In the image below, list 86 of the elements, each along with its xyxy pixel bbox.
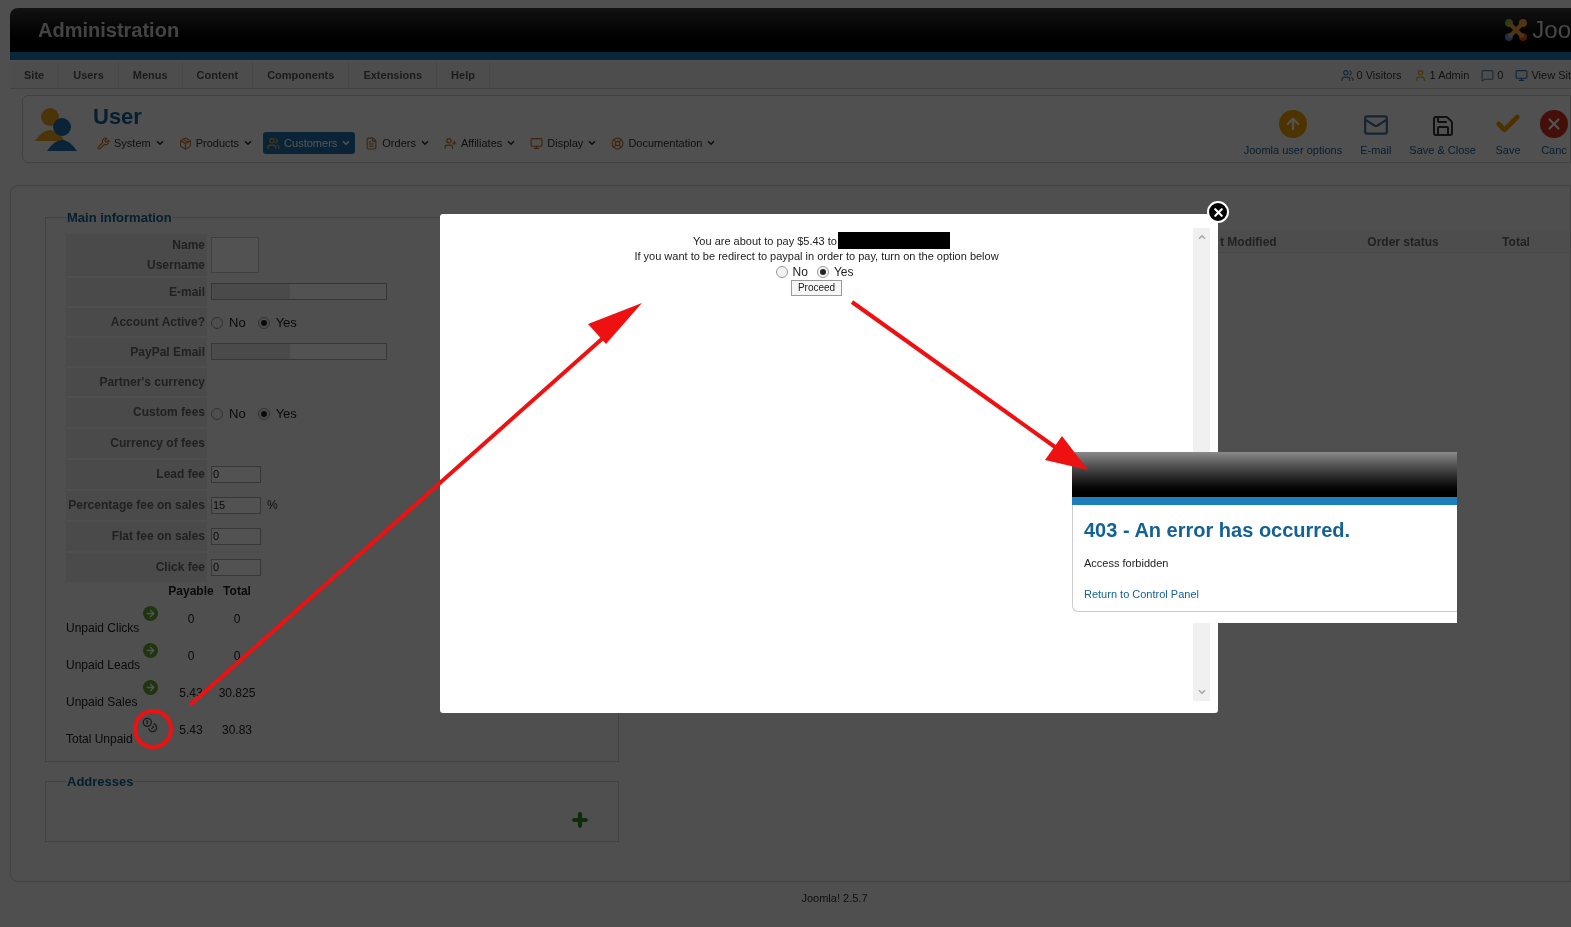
section-title: Addresses bbox=[66, 773, 135, 791]
logo-text: Joo bbox=[1532, 18, 1571, 42]
radio-label: Yes bbox=[275, 314, 297, 333]
lifebuoy-icon bbox=[611, 136, 625, 150]
input-field[interactable] bbox=[211, 343, 387, 360]
caret-icon bbox=[587, 138, 598, 148]
wrench-icon bbox=[97, 136, 110, 150]
scroll-up-icon[interactable] bbox=[1196, 232, 1207, 242]
input-field[interactable]: 0 bbox=[211, 527, 261, 545]
user-plus-icon bbox=[443, 136, 457, 150]
row-label: Total Unpaid bbox=[66, 730, 133, 748]
submenu-item[interactable]: Orders bbox=[361, 132, 434, 154]
submenu-item[interactable]: Affiliates bbox=[439, 132, 521, 154]
input-field[interactable] bbox=[211, 283, 387, 300]
caret-icon bbox=[243, 138, 254, 148]
row-label: Unpaid Sales bbox=[66, 693, 138, 711]
input-field[interactable]: 15 bbox=[211, 496, 261, 514]
table-cell-text: 30.83 bbox=[221, 721, 253, 739]
radio-label: No bbox=[229, 404, 246, 423]
proceed-button[interactable]: Proceed bbox=[790, 280, 843, 296]
table-cell-text: 30.825 bbox=[217, 684, 257, 702]
table-cell-text: 0 bbox=[186, 610, 196, 628]
toolbar-button[interactable]: Canc bbox=[1540, 109, 1568, 159]
caret-icon bbox=[419, 138, 430, 148]
table-cell-text: 0 bbox=[186, 647, 196, 665]
monitor-icon bbox=[1515, 68, 1529, 82]
submenu-item[interactable]: Products bbox=[174, 132, 258, 154]
control-panel-link[interactable]: Return to Control Panel bbox=[1084, 585, 1446, 602]
header-title: Administration bbox=[38, 18, 180, 43]
status-item[interactable]: View Sit bbox=[1531, 66, 1571, 84]
status-item[interactable]: 1 Admin bbox=[1429, 66, 1470, 84]
radio-button[interactable] bbox=[257, 317, 270, 329]
table-cell-text: 0 bbox=[232, 647, 242, 665]
status-item[interactable]: 0 Visitors bbox=[1356, 66, 1402, 84]
submenu-item[interactable]: System bbox=[93, 132, 169, 154]
radio-button[interactable] bbox=[257, 407, 270, 420]
radio-button[interactable] bbox=[211, 317, 223, 329]
redirect-message: If you want to be redirect to paypal in order to pay, turn on the option below bbox=[634, 249, 999, 263]
submenu-item[interactable]: Display bbox=[526, 132, 602, 154]
radio-button[interactable] bbox=[775, 266, 788, 278]
message-icon bbox=[1481, 68, 1495, 82]
table-cell-text: 5.43 bbox=[178, 721, 204, 739]
logo-icon bbox=[1503, 17, 1530, 43]
document-icon bbox=[365, 136, 379, 150]
scroll-down-icon[interactable] bbox=[1196, 687, 1207, 697]
caret-icon bbox=[706, 138, 717, 148]
close-icon bbox=[1211, 205, 1225, 219]
highlight-circle bbox=[133, 709, 173, 749]
input-field[interactable]: 0 bbox=[211, 558, 261, 576]
toolbar-button[interactable]: E-mail bbox=[1360, 111, 1392, 159]
row-label: Unpaid Clicks bbox=[66, 619, 140, 637]
caret-icon bbox=[154, 138, 165, 148]
unit-label: % bbox=[267, 497, 278, 514]
error-message: Access forbidden bbox=[1084, 556, 1170, 571]
error-title: 403 - An error has occurred. bbox=[1084, 518, 1352, 543]
monitor-icon bbox=[530, 136, 544, 150]
radio-button[interactable] bbox=[816, 266, 829, 278]
radio-button[interactable] bbox=[211, 407, 223, 420]
payment-message: You are about to pay $5.43 to bbox=[693, 233, 837, 248]
close-icon bbox=[1540, 109, 1568, 138]
users-icon bbox=[1340, 68, 1354, 82]
upload-icon bbox=[1278, 109, 1307, 138]
submenu-item[interactable]: Documentation bbox=[607, 132, 721, 154]
radio-label: No bbox=[792, 265, 808, 279]
add-icon[interactable] bbox=[570, 810, 590, 831]
page-title: User bbox=[93, 104, 143, 130]
toolbar-button[interactable]: Save & Close bbox=[1409, 113, 1476, 159]
input-field[interactable]: 0 bbox=[211, 465, 261, 483]
radio-label: Yes bbox=[833, 265, 854, 279]
toolbar-button[interactable]: Joomla user options bbox=[1243, 109, 1343, 159]
users-icon bbox=[267, 136, 281, 150]
caret-icon bbox=[506, 138, 517, 148]
table-cell-text: 0 bbox=[232, 610, 242, 628]
toolbar-button[interactable]: Save bbox=[1494, 109, 1522, 159]
caret-icon bbox=[341, 138, 352, 148]
column-header: Total bbox=[222, 582, 252, 600]
radio-label: Yes bbox=[275, 404, 297, 423]
user-icon bbox=[1413, 68, 1427, 82]
row-label: Unpaid Leads bbox=[66, 656, 141, 674]
radio-label: No bbox=[229, 314, 246, 333]
coins-icon[interactable] bbox=[142, 716, 158, 733]
box-icon bbox=[178, 136, 192, 150]
section-title: Main information bbox=[66, 209, 173, 227]
column-header: Payable bbox=[168, 582, 214, 600]
footer-version: Joomla! 2.5.7 bbox=[801, 891, 868, 906]
submenu-item[interactable]: Customers bbox=[263, 132, 356, 154]
